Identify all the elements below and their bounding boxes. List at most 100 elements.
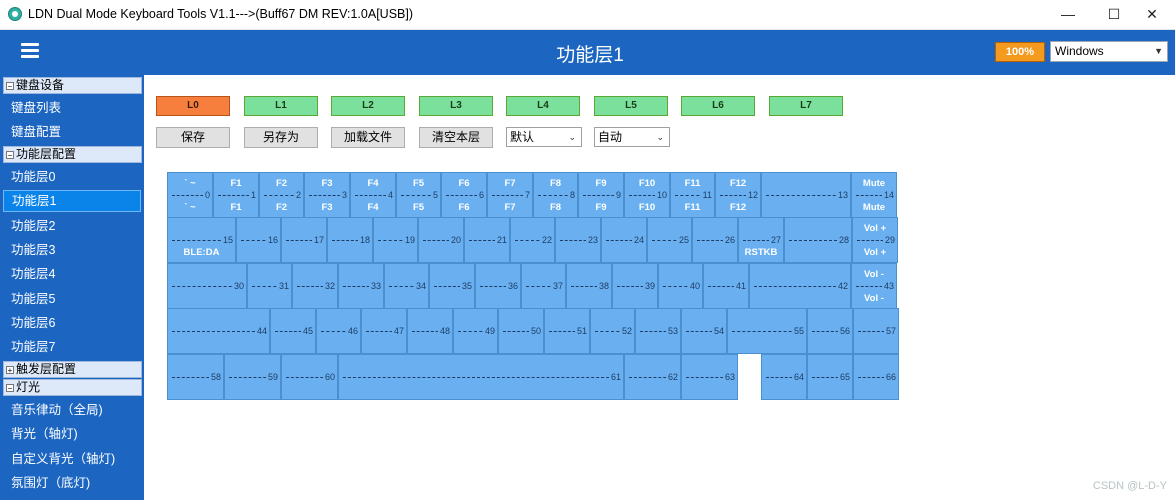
key-43[interactable]: 43 Vol - Vol - <box>851 263 897 309</box>
key-55[interactable]: 55 <box>727 308 807 354</box>
key-0[interactable]: 0 ` ~ ` ~ <box>167 172 213 218</box>
key-64[interactable]: 64 <box>761 354 807 400</box>
key-5[interactable]: 5 F5 F5 <box>396 172 441 218</box>
sidebar-item[interactable]: 功能层3 <box>3 239 141 261</box>
key-46[interactable]: 46 <box>316 308 361 354</box>
sidebar-section-layer-config[interactable]: − 功能层配置 <box>3 146 142 163</box>
key-50[interactable]: 50 <box>498 308 544 354</box>
key-17[interactable]: 17 <box>281 217 327 263</box>
key-59[interactable]: 59 <box>224 354 281 400</box>
clear-layer-button[interactable]: 清空本层 <box>419 127 493 148</box>
key-14[interactable]: 14 Mute Mute <box>851 172 897 218</box>
mode-select[interactable]: 默认 ⌄ <box>506 127 582 147</box>
sidebar-item[interactable]: 功能层5 <box>3 288 141 310</box>
key-42[interactable]: 42 <box>749 263 851 309</box>
key-29[interactable]: 29 Vol + Vol + <box>852 217 898 263</box>
key-51[interactable]: 51 <box>544 308 590 354</box>
sidebar-item[interactable]: 键盘配置 <box>3 121 141 143</box>
key-6[interactable]: 6 F6 F6 <box>441 172 487 218</box>
key-20[interactable]: 20 <box>418 217 464 263</box>
key-37[interactable]: 37 <box>521 263 566 309</box>
key-56[interactable]: 56 <box>807 308 853 354</box>
key-8[interactable]: 8 F8 F8 <box>533 172 578 218</box>
sidebar-item[interactable]: 功能层6 <box>3 312 141 334</box>
layer-button-l7[interactable]: L7 <box>769 96 843 116</box>
layer-button-l5[interactable]: L5 <box>594 96 668 116</box>
key-60[interactable]: 60 <box>281 354 338 400</box>
key-30[interactable]: 30 <box>167 263 247 309</box>
key-4[interactable]: 4 F4 F4 <box>350 172 396 218</box>
menu-icon[interactable] <box>21 43 39 59</box>
key-27[interactable]: 27 RSTKB <box>738 217 784 263</box>
key-23[interactable]: 23 <box>555 217 601 263</box>
key-19[interactable]: 19 <box>373 217 418 263</box>
sidebar-item[interactable]: 键盘列表 <box>3 97 141 119</box>
sidebar-item[interactable]: 自定义背光（轴灯) <box>3 448 141 470</box>
key-36[interactable]: 36 <box>475 263 521 309</box>
key-12[interactable]: 12 F12 F12 <box>715 172 761 218</box>
key-33[interactable]: 33 <box>338 263 384 309</box>
save-button[interactable]: 保存 <box>156 127 230 148</box>
sidebar-item[interactable]: 功能层0 <box>3 166 141 188</box>
key-25[interactable]: 25 <box>647 217 692 263</box>
load-file-button[interactable]: 加载文件 <box>331 127 405 148</box>
key-58[interactable]: 58 <box>167 354 224 400</box>
collapse-icon[interactable]: − <box>6 151 14 160</box>
key-49[interactable]: 49 <box>453 308 498 354</box>
layer-button-l3[interactable]: L3 <box>419 96 493 116</box>
collapse-icon[interactable]: − <box>6 82 14 91</box>
key-53[interactable]: 53 <box>635 308 681 354</box>
sidebar-item[interactable]: 功能层4 <box>3 263 141 285</box>
key-22[interactable]: 22 <box>510 217 555 263</box>
key-57[interactable]: 57 <box>853 308 899 354</box>
sidebar-section-keyboard-devices[interactable]: − 键盘设备 <box>3 77 142 94</box>
layer-button-l2[interactable]: L2 <box>331 96 405 116</box>
key-26[interactable]: 26 <box>692 217 738 263</box>
key-65[interactable]: 65 <box>807 354 853 400</box>
sidebar-item[interactable]: 氛围灯（底灯) <box>3 472 141 494</box>
expand-icon[interactable]: + <box>6 366 14 375</box>
key-66[interactable]: 66 <box>853 354 899 400</box>
close-button[interactable]: ✕ <box>1129 0 1175 29</box>
key-63[interactable]: 63 <box>681 354 738 400</box>
key-2[interactable]: 2 F2 F2 <box>259 172 304 218</box>
key-10[interactable]: 10 F10 F10 <box>624 172 670 218</box>
layer-button-l6[interactable]: L6 <box>681 96 755 116</box>
key-9[interactable]: 9 F9 F9 <box>578 172 624 218</box>
key-47[interactable]: 47 <box>361 308 407 354</box>
minimize-button[interactable]: — <box>1045 0 1091 29</box>
key-11[interactable]: 11 F11 F11 <box>670 172 715 218</box>
key-39[interactable]: 39 <box>612 263 658 309</box>
key-48[interactable]: 48 <box>407 308 453 354</box>
key-35[interactable]: 35 <box>429 263 475 309</box>
key-34[interactable]: 34 <box>384 263 429 309</box>
key-45[interactable]: 45 <box>270 308 316 354</box>
sidebar-item[interactable]: 功能层2 <box>3 215 141 237</box>
save-as-button[interactable]: 另存为 <box>244 127 318 148</box>
sidebar-item[interactable]: 音乐律动（全局) <box>3 399 141 421</box>
key-62[interactable]: 62 <box>624 354 681 400</box>
sidebar-section-lighting[interactable]: − 灯光 <box>3 379 142 396</box>
key-28[interactable]: 28 <box>784 217 852 263</box>
key-15[interactable]: 15 BLE:DA <box>167 217 236 263</box>
layer-button-l4[interactable]: L4 <box>506 96 580 116</box>
zoom-level-badge[interactable]: 100% <box>995 42 1045 62</box>
key-52[interactable]: 52 <box>590 308 635 354</box>
key-31[interactable]: 31 <box>247 263 292 309</box>
sidebar-item[interactable]: 功能层1 <box>3 190 141 212</box>
key-1[interactable]: 1 F1 F1 <box>213 172 259 218</box>
layer-button-l1[interactable]: L1 <box>244 96 318 116</box>
key-61[interactable]: 61 <box>338 354 624 400</box>
auto-select[interactable]: 自动 ⌄ <box>594 127 670 147</box>
key-44[interactable]: 44 <box>167 308 270 354</box>
key-40[interactable]: 40 <box>658 263 703 309</box>
key-7[interactable]: 7 F7 F7 <box>487 172 533 218</box>
os-select[interactable]: Windows ▼ <box>1050 41 1168 62</box>
collapse-icon[interactable]: − <box>6 384 14 393</box>
key-41[interactable]: 41 <box>703 263 749 309</box>
sidebar-item[interactable]: 背光（轴灯) <box>3 423 141 445</box>
sidebar-section-trigger-layer-config[interactable]: + 触发层配置 <box>3 361 142 378</box>
key-32[interactable]: 32 <box>292 263 338 309</box>
key-16[interactable]: 16 <box>236 217 281 263</box>
key-54[interactable]: 54 <box>681 308 727 354</box>
